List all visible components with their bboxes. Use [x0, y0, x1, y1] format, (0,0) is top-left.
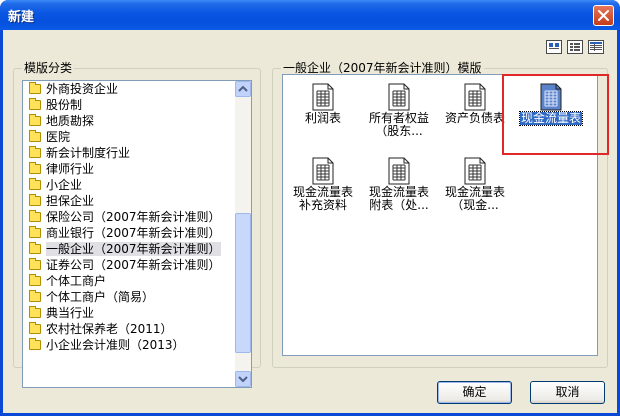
template-item[interactable]: 现金流量表 （现金... [435, 157, 515, 212]
close-button[interactable] [593, 5, 614, 26]
list-item-label: 股份制 [46, 98, 83, 112]
list-item-label: 律师行业 [46, 162, 95, 176]
list-item-label: 保险公司（2007年新会计准则） [46, 210, 221, 224]
list-item[interactable]: 股份制 [23, 97, 235, 113]
folder-icon [29, 114, 41, 126]
list-item[interactable]: 小企业会计准则（2013） [23, 337, 235, 353]
list-item[interactable]: 个体工商户（简易） [23, 289, 235, 305]
list-item-label: 商业银行（2007年新会计准则） [46, 226, 221, 240]
template-label: 资产负债表 [444, 111, 505, 125]
spreadsheet-document-icon [464, 157, 486, 185]
template-category-label: 模版分类 [22, 61, 75, 75]
list-item[interactable]: 新会计制度行业 [23, 145, 235, 161]
list-item[interactable]: 保险公司（2007年新会计准则） [23, 209, 235, 225]
template-label: 现金流量表 （现金... [444, 185, 505, 212]
list-item[interactable]: 农村社保养老（2011） [23, 321, 235, 337]
list-item[interactable]: 一般企业（2007年新会计准则） [23, 241, 235, 257]
folder-icon [29, 146, 41, 158]
folder-icon [29, 242, 41, 254]
list-item-label: 地质勘探 [46, 114, 95, 128]
list-item-label: 新会计制度行业 [46, 146, 131, 160]
list-item[interactable]: 典当行业 [23, 305, 235, 321]
details-view-icon[interactable] [588, 40, 604, 54]
folder-icon [29, 226, 41, 238]
chevron-up-icon [238, 85, 248, 92]
list-item[interactable]: 小企业 [23, 177, 235, 193]
folder-icon [29, 194, 41, 206]
list-item-label: 证券公司（2007年新会计准则） [46, 258, 221, 272]
scroll-down-button[interactable] [235, 371, 251, 387]
scroll-up-button[interactable] [235, 81, 251, 97]
ok-button[interactable]: 确定 [437, 381, 512, 404]
folder-icon [29, 290, 41, 302]
template-label: 所有者权益 （股东... [368, 111, 429, 138]
spreadsheet-document-icon [312, 83, 334, 111]
template-group-label: 一般企业（2007年新会计准则）模版 [281, 61, 484, 75]
spreadsheet-document-icon [464, 83, 486, 111]
list-item[interactable]: 律师行业 [23, 161, 235, 177]
list-item-label: 个体工商户（简易） [46, 290, 155, 304]
folder-icon [29, 162, 41, 174]
folder-icon [29, 210, 41, 222]
folder-icon [29, 274, 41, 286]
spreadsheet-document-icon [388, 83, 410, 111]
list-item[interactable]: 证券公司（2007年新会计准则） [23, 257, 235, 273]
large-icons-view-icon[interactable] [546, 40, 562, 54]
list-item[interactable]: 地质勘探 [23, 113, 235, 129]
folder-icon [29, 178, 41, 190]
template-category-list[interactable]: 外商投资企业 股份制地质勘探医院新会计制度行业 律师行业小企业担保企业保险公司（20… [22, 80, 252, 388]
template-item[interactable]: 现金流量表 附表（处... [359, 157, 439, 212]
list-item[interactable]: 外商投资企业 [23, 81, 235, 97]
list-item-label: 一般企业（2007年新会计准则） [46, 242, 221, 256]
list-item-label: 小企业 [46, 178, 83, 192]
list-item[interactable]: 医院 [23, 129, 235, 145]
folder-icon [29, 82, 41, 94]
category-items: 外商投资企业 股份制地质勘探医院新会计制度行业 律师行业小企业担保企业保险公司（20… [23, 81, 235, 387]
template-label: 利润表 [304, 111, 341, 125]
list-item-label: 外商投资企业 [46, 82, 119, 96]
list-item[interactable]: 个体工商户 [23, 273, 235, 289]
list-item-label: 个体工商户 [46, 274, 107, 288]
chevron-down-icon [238, 376, 248, 383]
window-title: 新建 [8, 10, 35, 25]
template-item[interactable]: 现金流量表 补充资料 [283, 157, 363, 212]
spreadsheet-document-icon [388, 157, 410, 185]
folder-icon [29, 338, 41, 350]
category-scrollbar[interactable] [235, 81, 251, 387]
title-bar[interactable]: 新建 [0, 0, 620, 30]
cancel-button[interactable]: 取消 [530, 381, 605, 404]
template-label: 现金流量表 补充资料 [292, 185, 353, 212]
template-label: 现金流量表 附表（处... [368, 185, 429, 212]
list-item-label: 担保企业 [46, 194, 95, 208]
folder-icon [29, 322, 41, 334]
spreadsheet-document-icon [312, 157, 334, 185]
small-icons-view-icon[interactable] [567, 40, 583, 54]
list-item-label: 农村社保养老（2011） [46, 322, 173, 336]
template-item[interactable]: 利润表 [283, 83, 363, 125]
annotation-highlight-box [502, 74, 609, 155]
list-item[interactable]: 担保企业 [23, 193, 235, 209]
folder-icon [29, 258, 41, 270]
folder-icon [29, 130, 41, 142]
new-dialog: 新建 模版分类 外商投资企业 股份制 地质勘探 医院 新会计制度行业 律师行业 … [0, 0, 620, 416]
list-item-label: 小企业会计准则（2013） [46, 338, 185, 352]
list-item-label: 典当行业 [46, 306, 95, 320]
folder-icon [29, 306, 41, 318]
list-item[interactable]: 商业银行（2007年新会计准则） [23, 225, 235, 241]
list-item-label: 医院 [46, 130, 71, 144]
scroll-thumb[interactable] [235, 213, 251, 353]
template-item[interactable]: 所有者权益 （股东... [359, 83, 439, 138]
folder-icon [29, 98, 41, 110]
